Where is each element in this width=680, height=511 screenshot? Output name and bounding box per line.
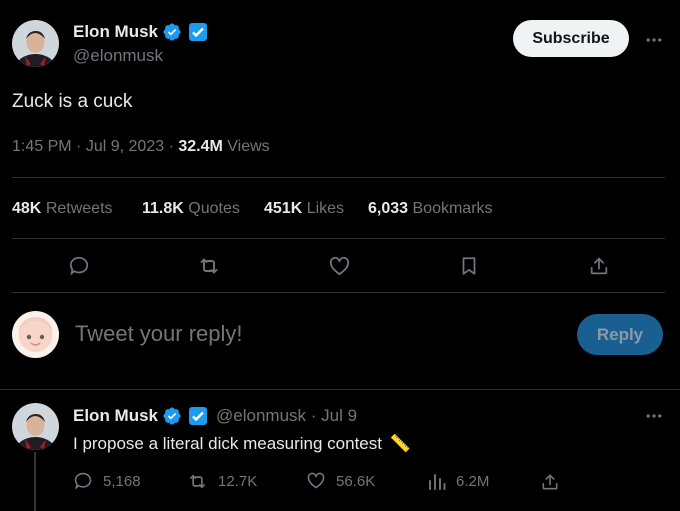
divider xyxy=(12,292,665,293)
ruler-emoji: 📏 xyxy=(389,434,411,453)
reply-views-action[interactable]: 6.2M xyxy=(428,471,489,491)
reply-share-icon[interactable] xyxy=(538,470,562,494)
tweet-meta: 1:45 PM · Jul 9, 2023 · 32.4M Views xyxy=(12,138,270,155)
author-handle[interactable]: @elonmusk xyxy=(73,46,163,66)
reply-icon[interactable] xyxy=(66,253,92,279)
divider xyxy=(0,389,680,390)
views-label: Views xyxy=(227,138,270,155)
reply-text-row: I propose a literal dick measuring conte… xyxy=(73,434,411,454)
stat-retweets[interactable]: 48K Retweets xyxy=(12,200,113,218)
tweet-time[interactable]: 1:45 PM xyxy=(12,138,72,155)
reply-button-label: Reply xyxy=(596,324,644,344)
author-name[interactable]: Elon Musk xyxy=(73,22,158,42)
thread-line xyxy=(34,452,36,511)
reply-author-avatar[interactable] xyxy=(12,403,59,450)
reply-author-name[interactable]: Elon Musk xyxy=(73,406,158,426)
like-icon xyxy=(307,472,325,489)
reply-comments-count: 5,168 xyxy=(103,472,141,490)
reply-button[interactable]: Reply xyxy=(577,314,663,355)
divider xyxy=(12,177,665,178)
stat-bookmarks[interactable]: 6,033 Bookmarks xyxy=(368,200,493,218)
reply-text: I propose a literal dick measuring conte… xyxy=(73,434,382,453)
reply-retweet-action[interactable]: 12.7K xyxy=(187,471,257,492)
views-count: 32.4M xyxy=(178,138,223,155)
author-avatar[interactable] xyxy=(12,20,59,67)
reply-likes-count: 56.6K xyxy=(336,472,376,490)
reply-retweets-count: 12.7K xyxy=(218,473,258,490)
subscribe-button[interactable]: Subscribe xyxy=(513,20,629,57)
reply-views-count: 6.2M xyxy=(456,472,490,490)
x-premium-badge-icon xyxy=(189,407,208,425)
tweet-text: Zuck is a cuck xyxy=(12,91,133,112)
tweet-date[interactable]: Jul 9, 2023 xyxy=(86,138,164,155)
verified-badge-icon xyxy=(163,407,181,425)
more-icon[interactable] xyxy=(642,28,666,52)
retweet-icon[interactable] xyxy=(196,253,222,279)
reply-input[interactable]: Tweet your reply! xyxy=(75,321,243,347)
views-icon xyxy=(429,474,446,490)
share-icon[interactable] xyxy=(586,253,612,279)
like-icon[interactable] xyxy=(326,253,352,279)
bookmark-icon[interactable] xyxy=(456,253,482,279)
x-premium-badge-icon xyxy=(189,23,208,41)
reply-more-icon[interactable] xyxy=(642,404,666,428)
reply-icon xyxy=(74,472,92,490)
user-avatar[interactable] xyxy=(12,311,59,358)
retweet-icon xyxy=(190,474,205,489)
stat-likes[interactable]: 451K Likes xyxy=(264,200,344,218)
stat-quotes[interactable]: 11.8K Quotes xyxy=(142,200,240,218)
divider xyxy=(12,238,665,239)
reply-comment-action[interactable]: 5,168 xyxy=(73,471,141,491)
verified-badge-icon xyxy=(163,23,181,41)
reply-like-action[interactable]: 56.6K xyxy=(306,471,375,491)
reply-handle-date[interactable]: @elonmusk · Jul 9 xyxy=(216,406,357,426)
subscribe-label: Subscribe xyxy=(532,29,610,47)
